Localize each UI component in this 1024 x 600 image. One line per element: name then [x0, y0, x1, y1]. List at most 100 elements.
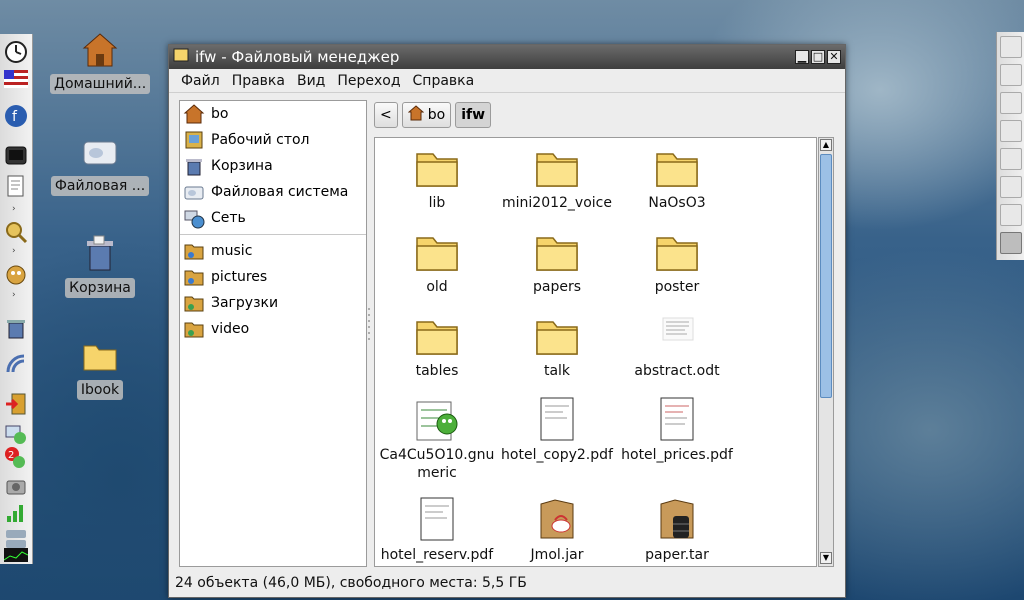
file-item[interactable]: lib [377, 144, 497, 212]
path-crumb-label: bo [427, 107, 446, 123]
menu-help[interactable]: Справка [407, 73, 481, 89]
desktop-icon-trash[interactable]: Корзина [50, 234, 150, 298]
search-icon[interactable] [4, 220, 28, 244]
file-item[interactable]: Ca4Cu5O10.gnumeric [377, 396, 497, 482]
network-icon [183, 207, 205, 229]
status-bar: 24 объекта (46,0 МБ), свободного места: … [175, 575, 527, 591]
desktop-icon [183, 129, 205, 151]
vertical-scrollbar[interactable]: ▲ ▼ [818, 137, 834, 567]
logout-icon[interactable] [4, 392, 28, 416]
file-item[interactable]: NaOsO3 [617, 144, 737, 212]
expand-arrow-icon[interactable]: › [12, 246, 16, 256]
desktop-icon-home[interactable]: Домашний... [50, 30, 151, 94]
gimp-icon[interactable] [1000, 36, 1022, 58]
left-panel: f › › › 2 [0, 34, 33, 564]
system-monitor-icon[interactable] [3, 548, 29, 562]
sidebar-item-label: music [211, 243, 253, 259]
minimize-button[interactable]: ▁ [795, 50, 809, 64]
terminal-icon[interactable] [1000, 176, 1022, 198]
file-item[interactable]: talk [497, 312, 617, 380]
sidebar-item-home[interactable]: bo [180, 101, 366, 127]
sidebar-item-desktop[interactable]: Рабочий стол [180, 127, 366, 153]
fedora-icon[interactable]: f [4, 104, 28, 128]
sidebar-item-downloads[interactable]: Загрузки [180, 290, 366, 316]
file-item[interactable]: old [377, 228, 497, 296]
expand-arrow-icon[interactable]: › [12, 290, 16, 300]
menu-go[interactable]: Переход [331, 73, 406, 89]
text-editor-icon[interactable] [4, 174, 28, 198]
expand-arrow-icon[interactable]: › [12, 204, 16, 214]
sidebar-item-network[interactable]: Сеть [180, 205, 366, 231]
folder-bookmark-icon [183, 240, 205, 262]
folder-icon [533, 312, 581, 360]
chat-icon[interactable] [4, 422, 28, 446]
camera-icon[interactable] [4, 474, 28, 498]
folder-icon [413, 312, 461, 360]
file-item[interactable]: tables [377, 312, 497, 380]
notification-icon[interactable]: 2 [4, 446, 28, 470]
folder-bookmark-icon [183, 266, 205, 288]
clock-icon[interactable] [4, 40, 28, 64]
titlebar[interactable]: ifw - Файловый менеджер ▁ □ ✕ [169, 45, 845, 69]
file-item[interactable]: poster [617, 228, 737, 296]
camera-icon[interactable] [1000, 148, 1022, 170]
network-icon[interactable] [4, 352, 28, 376]
file-name: NaOsO3 [648, 195, 706, 211]
scroll-up-button[interactable]: ▲ [820, 139, 832, 151]
folder-icon [533, 144, 581, 192]
menu-edit[interactable]: Правка [226, 73, 291, 89]
sidebar-item-trash[interactable]: Корзина [180, 153, 366, 179]
menu-file[interactable]: Файл [175, 73, 226, 89]
window-title: ifw - Файловый менеджер [195, 48, 400, 66]
side-pane: bo Рабочий стол Корзина Файловая система… [179, 100, 367, 567]
sidebar-item-filesystem[interactable]: Файловая система [180, 179, 366, 205]
sidebar-item-music[interactable]: music [180, 238, 366, 264]
file-item[interactable]: paper.tar [617, 496, 737, 564]
file-name: Ca4Cu5O10.gnumeric [379, 447, 495, 481]
signal-icon[interactable] [4, 500, 28, 524]
file-item[interactable]: mini2012_voice [497, 144, 617, 212]
terminal-icon[interactable] [1000, 204, 1022, 226]
sidebar-item-pictures[interactable]: pictures [180, 264, 366, 290]
path-crumb-home[interactable]: bo [401, 102, 452, 128]
back-button[interactable]: < [374, 102, 398, 128]
file-name: hotel_copy2.pdf [501, 447, 613, 463]
desktop-icon-ibook[interactable]: Ibook [50, 336, 150, 400]
file-name: hotel_reserv.pdf [380, 547, 494, 563]
gimp-icon[interactable] [1000, 64, 1022, 86]
file-item[interactable]: hotel_copy2.pdf [497, 396, 617, 464]
desktop-icon-filesystem[interactable]: Файловая ... [50, 132, 150, 196]
scroll-thumb[interactable] [820, 154, 832, 398]
pdf-icon [533, 396, 581, 444]
us-flag-icon[interactable] [4, 70, 28, 94]
editor-icon[interactable] [1000, 92, 1022, 114]
desktop-icon-label: Корзина [65, 278, 135, 298]
file-item[interactable]: abstract.odt [617, 312, 737, 380]
home-icon [407, 105, 425, 125]
gimp-icon[interactable] [4, 262, 28, 286]
file-name: lib [428, 195, 446, 211]
drive-icon [80, 132, 120, 172]
file-name: hotel_prices.pdf [621, 447, 733, 463]
close-button[interactable]: ✕ [827, 50, 841, 64]
menubar: Файл Правка Вид Переход Справка [169, 69, 845, 93]
document-icon [653, 312, 701, 360]
file-item[interactable]: hotel_prices.pdf [617, 396, 737, 464]
menu-view[interactable]: Вид [291, 73, 331, 89]
file-manager-icon[interactable] [1000, 232, 1022, 254]
terminal-icon[interactable] [4, 144, 28, 168]
sidebar-item-label: pictures [211, 269, 268, 285]
scroll-down-button[interactable]: ▼ [820, 552, 832, 564]
maximize-button[interactable]: □ [811, 50, 825, 64]
desktop-icon-label: Ibook [76, 380, 124, 400]
file-item[interactable]: papers [497, 228, 617, 296]
path-crumb-current[interactable]: ifw [455, 102, 492, 128]
terminal-icon[interactable] [1000, 120, 1022, 142]
trash-icon[interactable] [4, 316, 28, 340]
file-item[interactable]: hotel_reserv.pdf [377, 496, 497, 564]
folder-icon [533, 228, 581, 276]
sidebar-item-video[interactable]: video [180, 316, 366, 342]
file-item[interactable]: Jmol.jar [497, 496, 617, 564]
pane-splitter[interactable] [367, 305, 371, 345]
file-name: abstract.odt [634, 363, 720, 379]
